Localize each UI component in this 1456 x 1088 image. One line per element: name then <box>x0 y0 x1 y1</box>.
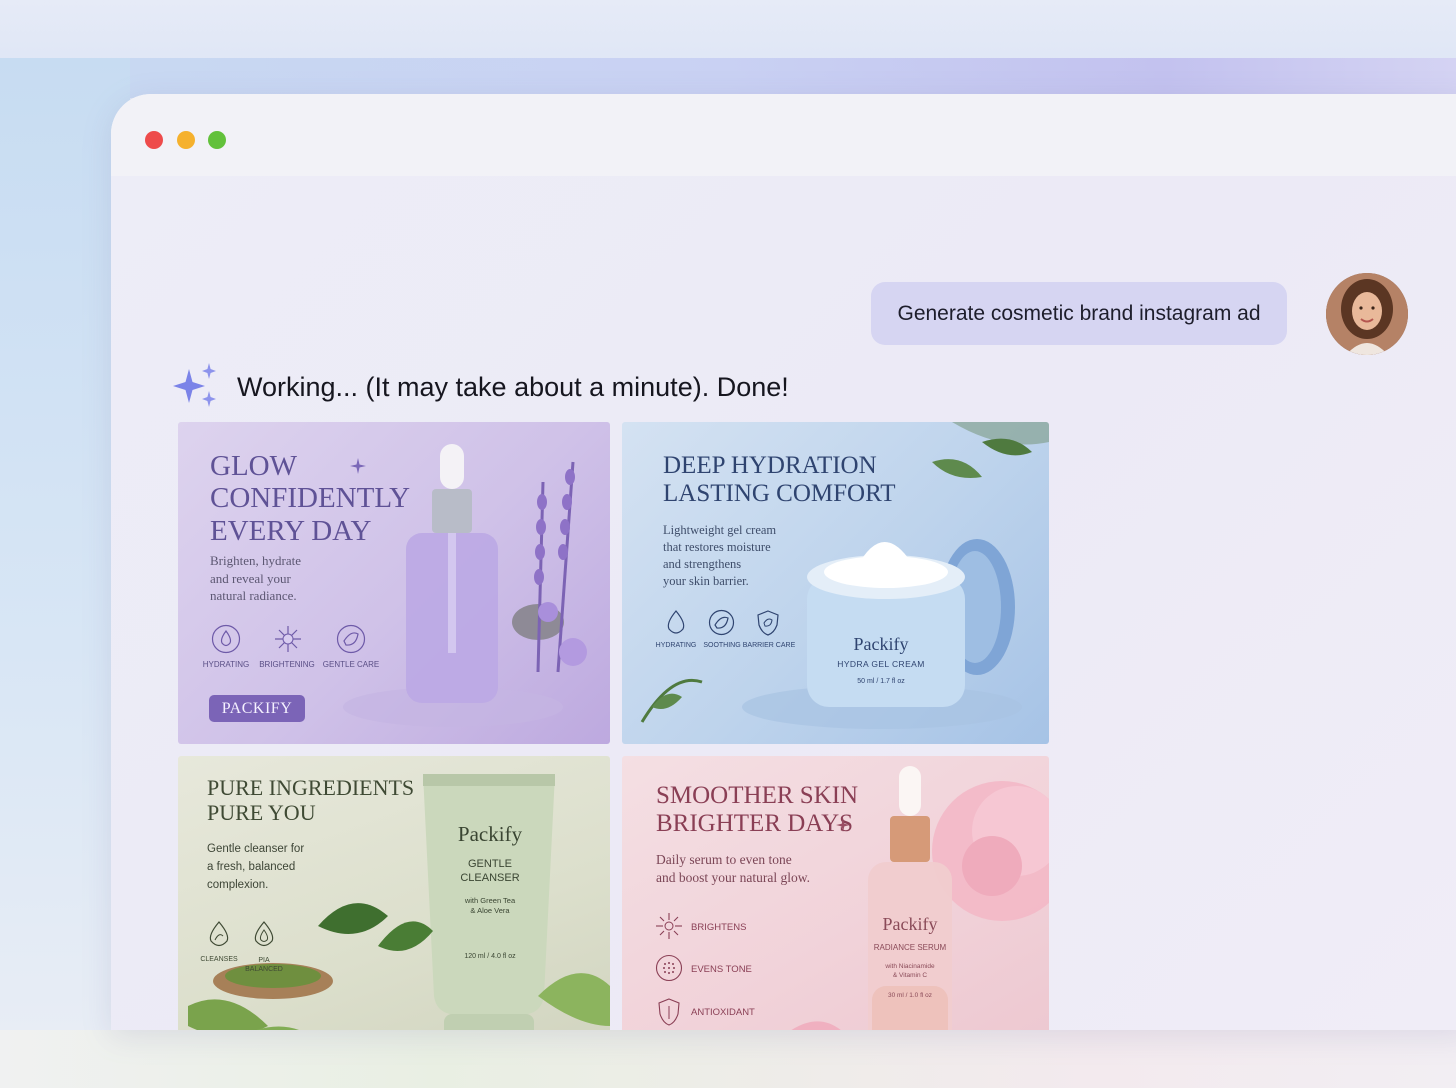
ad-card-serum[interactable]: SMOOTHER SKIN BRIGHTER DAYS Daily serum … <box>622 756 1049 1030</box>
droplet-icon <box>211 624 241 654</box>
shield-icon <box>757 610 779 636</box>
ad-card-cleanser[interactable]: PURE INGREDIENTS PURE YOU Gentle cleanse… <box>178 756 610 1030</box>
product-label: Packify RADIANCE SERUM with Niacinamide … <box>873 914 947 1000</box>
chat-area: Generate cosmetic brand instagram ad Wor… <box>111 176 1456 1030</box>
feature-label: PIA BALANCED <box>245 957 283 974</box>
feature-label: CLEANSES <box>200 956 238 963</box>
product-label: Packify GENTLE CLEANSER with Green Tea &… <box>457 822 523 961</box>
feature-label: BARRIER CARE <box>742 642 796 649</box>
feature-label: ANTIOXIDANT <box>691 1007 755 1018</box>
product-label: Packify HYDRA GEL CREAM 50 ml / 1.7 fl o… <box>837 634 925 685</box>
ad-card-glow[interactable]: GLOW CONFIDENTLY EVERY DAY Brighten, hyd… <box>178 422 610 744</box>
ad-body: Brighten, hydrate and reveal your natura… <box>210 553 301 604</box>
user-avatar[interactable] <box>1326 273 1408 355</box>
feature-label: BRIGHTENS <box>691 922 747 933</box>
background-bottom <box>0 1030 1456 1088</box>
maximize-window-button[interactable] <box>208 131 226 149</box>
shield-icon <box>658 998 680 1026</box>
ad-body: Daily serum to even tone and boost your … <box>656 852 810 886</box>
background-band <box>0 58 1456 98</box>
leaf-icon <box>708 609 735 636</box>
sparkle-burst-icon <box>275 626 301 652</box>
droplet-icon <box>254 921 274 947</box>
brand-button[interactable]: PACKIFY <box>209 695 305 722</box>
feature-label: BRIGHTENING <box>259 660 315 669</box>
feature-label: HYDRATING <box>202 660 250 669</box>
ad-headline: PURE INGREDIENTS PURE YOU <box>207 775 415 825</box>
app-window: Generate cosmetic brand instagram ad Wor… <box>111 94 1456 1030</box>
user-message-text: Generate cosmetic brand instagram ad <box>897 301 1261 325</box>
star-icon <box>350 458 366 474</box>
feature-label: GENTLE CARE <box>322 660 380 669</box>
star-icon <box>836 818 850 832</box>
title-bar <box>111 94 1456 176</box>
dotted-circle-icon <box>655 954 683 982</box>
user-message-bubble: Generate cosmetic brand instagram ad <box>871 282 1287 345</box>
ad-headline: GLOW CONFIDENTLY EVERY DAY <box>210 450 411 547</box>
ad-headline: DEEP HYDRATION LASTING COMFORT <box>663 452 896 507</box>
feature-label: EVENS TONE <box>691 964 752 975</box>
droplet-leaf-icon <box>209 921 229 947</box>
assistant-status: Working... (It may take about a minute).… <box>237 372 789 402</box>
sparkle-burst-icon <box>656 913 682 939</box>
ad-headline: SMOOTHER SKIN BRIGHTER DAYS <box>656 782 859 837</box>
ad-body: Gentle cleanser for a fresh, balanced co… <box>207 843 305 891</box>
close-window-button[interactable] <box>145 131 163 149</box>
leaf-icon <box>336 624 366 654</box>
droplet-icon <box>667 610 685 634</box>
ad-body: Lightweight gel cream that restores mois… <box>663 523 777 588</box>
minimize-window-button[interactable] <box>177 131 195 149</box>
feature-label: HYDRATING <box>655 642 697 649</box>
sparkle-icon <box>173 363 216 407</box>
ad-card-hydration[interactable]: DEEP HYDRATION LASTING COMFORT Lightweig… <box>622 422 1049 744</box>
